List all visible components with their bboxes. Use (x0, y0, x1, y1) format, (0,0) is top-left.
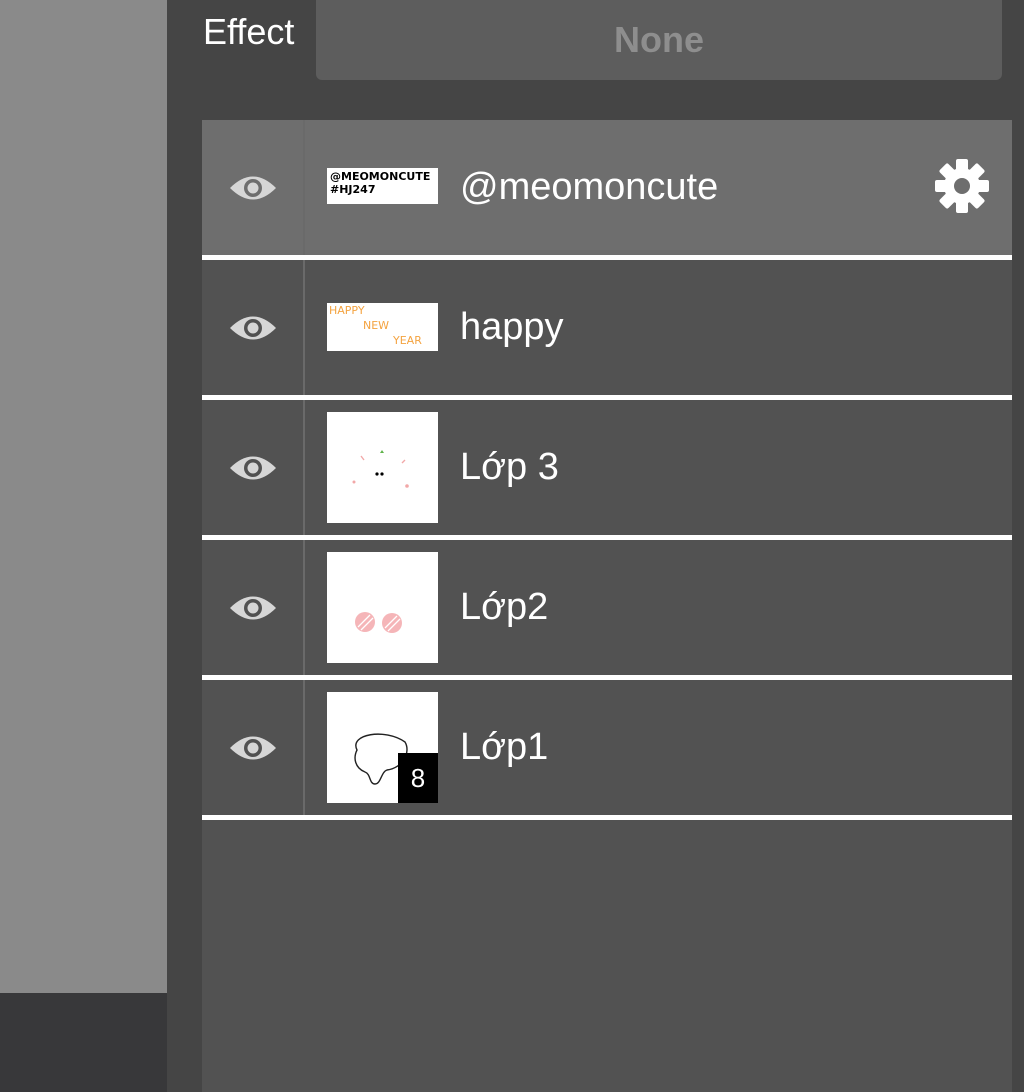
layer-thumbnail: @MEOMONCUTE #HJ247 (327, 168, 438, 204)
thumbnail-sketch (352, 450, 409, 488)
eye-icon (228, 451, 278, 485)
thumbnail-text-line: NEW (363, 319, 390, 332)
layer-name: Lớp1 (460, 726, 549, 768)
gear-icon[interactable] (932, 156, 992, 216)
eye-icon (228, 591, 278, 625)
layer-thumbnail (327, 412, 438, 523)
layer-name: Lớp 3 (460, 446, 559, 488)
thumbnail-blush (355, 612, 402, 633)
thumbnail-text-line: #HJ247 (330, 183, 376, 196)
eye-icon (228, 311, 278, 345)
eye-icon (228, 731, 278, 765)
layer-name: happy (460, 306, 564, 348)
visibility-toggle[interactable] (202, 680, 305, 815)
frame-count-badge: 8 (398, 753, 438, 803)
layer-thumbnail: 8 (327, 692, 438, 803)
visibility-toggle[interactable] (202, 260, 305, 395)
thumbnail-text-line: YEAR (393, 334, 422, 347)
canvas-bottom-bar (0, 993, 167, 1092)
layer-thumbnail (327, 552, 438, 663)
layer-row-lop2[interactable]: Lớp2 (202, 540, 1012, 680)
canvas-preview[interactable] (0, 0, 167, 993)
layer-row-happy[interactable]: HAPPY NEW YEAR happy (202, 260, 1012, 400)
eye-icon (228, 171, 278, 205)
visibility-toggle[interactable] (202, 540, 305, 675)
layer-name: @meomoncute (460, 166, 719, 208)
layer-name: Lớp2 (460, 586, 549, 628)
layer-row-lop1[interactable]: 8 Lớp1 (202, 680, 1012, 820)
thumbnail-text-line: @MEOMONCUTE (330, 170, 431, 183)
effect-label: Effect (203, 11, 295, 52)
layer-row-meomoncute[interactable]: @MEOMONCUTE #HJ247 @meomoncute (202, 120, 1012, 260)
visibility-toggle[interactable] (202, 120, 305, 255)
layer-row-lop-3[interactable]: Lớp 3 (202, 400, 1012, 540)
thumbnail-text-line: HAPPY (329, 304, 365, 317)
effect-select[interactable]: None (316, 0, 1002, 80)
layer-list: @MEOMONCUTE #HJ247 @meomoncute HAPPY NEW… (202, 120, 1012, 1092)
visibility-toggle[interactable] (202, 400, 305, 535)
layer-thumbnail: HAPPY NEW YEAR (327, 303, 438, 351)
